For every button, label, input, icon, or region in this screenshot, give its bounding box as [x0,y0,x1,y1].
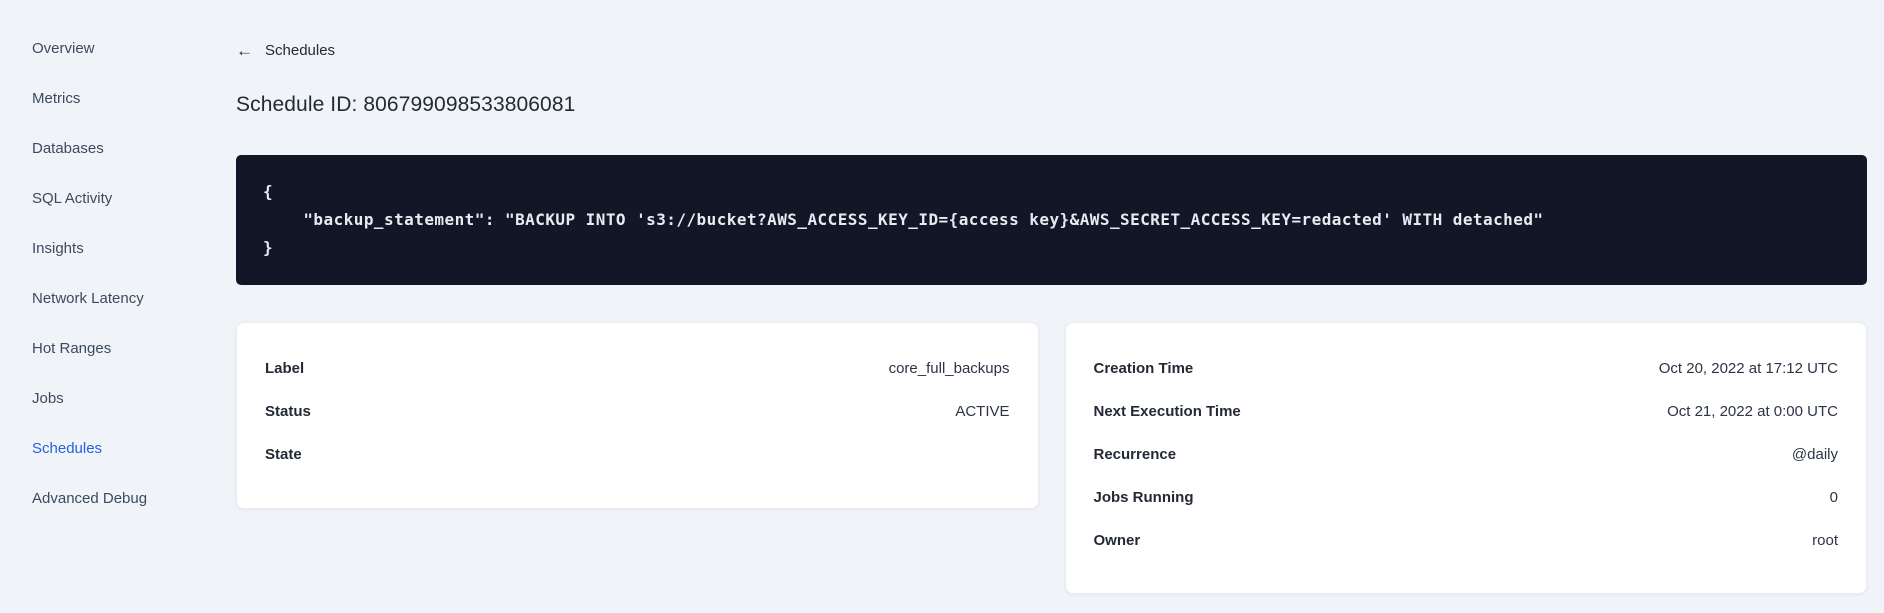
schedule-statement-code-block: { "backup_statement": "BACKUP INTO 's3:/… [236,155,1867,285]
detail-row-label: Status [265,403,311,420]
schedule-details-card: Label core_full_backups Status ACTIVE State [236,322,1039,509]
detail-row-value: Oct 21, 2022 at 0:00 UTC [1667,403,1838,420]
sidebar-item-label: Metrics [32,89,81,107]
schedule-detail-page: ← Schedules Schedule ID: 806799098533806… [200,0,1884,613]
detail-row-value: ACTIVE [955,403,1010,420]
sidebar-item-label: Insights [32,239,84,257]
detail-row: Owner root [1094,519,1839,562]
schedule-timing-card: Creation Time Oct 20, 2022 at 17:12 UTC Ne… [1064,322,1867,594]
detail-row-label: State [265,446,302,463]
detail-row-label: Label [265,360,305,377]
sidebar-item-label: Databases [32,139,104,157]
sidebar-item-insights[interactable]: Insights [32,223,200,273]
sidebar-item-databases[interactable]: Databases [32,123,200,173]
detail-row-value: root [1812,532,1838,549]
back-arrow-icon: ← [236,41,253,60]
sidebar-item-label: Overview [32,39,95,57]
code-line: { [263,182,274,201]
detail-row: Status ACTIVE [265,390,1010,433]
sidebar-item-sql-activity[interactable]: SQL Activity [32,173,200,223]
code-line: } [263,238,274,257]
detail-row-label: Jobs Running [1093,489,1194,506]
sidebar: Overview Metrics Databases SQL Activity Insi… [0,0,200,613]
sidebar-item-label: Advanced Debug [32,489,148,507]
back-link[interactable]: ← Schedules [236,42,335,59]
detail-cards: Label core_full_backups Status ACTIVE State … [236,322,1867,594]
sidebar-item-network-latency[interactable]: Network Latency [32,273,200,323]
detail-row-label: Next Execution Time [1093,403,1241,420]
code-line: "backup_statement": "BACKUP INTO 's3://b… [263,210,1544,229]
detail-row-value: Oct 20, 2022 at 17:12 UTC [1658,360,1838,377]
sidebar-item-label: Network Latency [32,289,144,307]
sidebar-item-label: Jobs [32,389,64,407]
detail-row: State [265,433,1010,476]
detail-row: Creation Time Oct 20, 2022 at 17:12 UTC [1094,347,1839,390]
detail-row: Recurrence @daily [1094,433,1839,476]
sidebar-item-label: Hot Ranges [32,339,112,357]
sidebar-item-advanced-debug[interactable]: Advanced Debug [32,473,200,523]
detail-row-value: @daily [1791,446,1838,463]
sidebar-item-jobs[interactable]: Jobs [32,373,200,423]
back-link-label: Schedules [265,42,336,59]
detail-row: Jobs Running 0 [1094,476,1839,519]
detail-row-value: 0 [1829,489,1838,506]
detail-row: Label core_full_backups [265,347,1010,390]
detail-row-value: core_full_backups [888,360,1010,377]
sidebar-item-label: SQL Activity [32,189,113,207]
sidebar-item-metrics[interactable]: Metrics [32,73,200,123]
sidebar-item-label: Schedules [32,439,103,457]
sidebar-item-hot-ranges[interactable]: Hot Ranges [32,323,200,373]
detail-row-label: Owner [1093,532,1141,549]
detail-row: Next Execution Time Oct 21, 2022 at 0:00 … [1094,390,1839,433]
sidebar-item-overview[interactable]: Overview [32,23,200,73]
detail-row-label: Recurrence [1093,446,1177,463]
detail-row-label: Creation Time [1093,360,1194,377]
page-title: Schedule ID: 806799098533806081 [236,93,576,116]
sidebar-item-schedules[interactable]: Schedules [32,423,200,473]
